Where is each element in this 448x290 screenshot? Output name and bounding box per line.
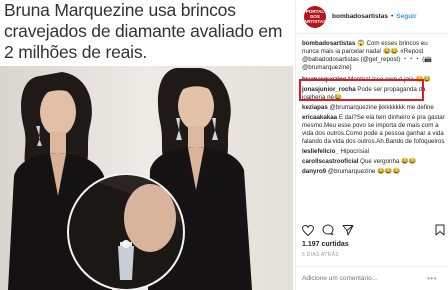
post-actions <box>302 222 445 238</box>
comment-user[interactable]: ericaakakaa <box>302 114 337 121</box>
bruna-marquezine-photo <box>0 66 293 290</box>
comment-text: @brumarquezine 😂😂😂 <box>326 168 401 175</box>
instagram-panel: PORTAL DOS ARTISTAS bombadosartistas • S… <box>295 0 448 290</box>
comment-user[interactable]: carollscastrooficial <box>302 158 358 165</box>
comment: ericaakakaa E daí?Se ela tem dinheiro é … <box>302 114 445 146</box>
comments-list: bombadosartistas 😱 Com esses brincos eu … <box>302 40 445 178</box>
post-header: PORTAL DOS ARTISTAS bombadosartistas • S… <box>296 0 448 34</box>
comment-user[interactable]: danyro9 <box>302 168 326 175</box>
highlight-box <box>299 79 424 101</box>
comment-caption: bombadosartistas 😱 Com esses brincos eu … <box>302 40 445 72</box>
comment: carollscastrooficial Que vergonha 😂😂 <box>302 158 445 166</box>
share-icon[interactable] <box>342 224 354 236</box>
comment-text: Hipocrisial <box>338 148 370 155</box>
comment: danyro9 @brumarquezine 😂😂😂 <box>302 168 445 176</box>
post-timestamp: 5 DIAS ATRÁS <box>302 252 339 258</box>
follow-button[interactable]: Seguir <box>396 13 416 20</box>
comment-text: Que vergonha 😂😂 <box>358 158 417 165</box>
add-comment-input[interactable] <box>302 275 427 282</box>
heart-icon[interactable] <box>302 224 314 236</box>
comment-user[interactable]: lesliefelicio_ <box>302 148 339 155</box>
comment: lesliefelicio_ Hipocrisial <box>302 148 445 156</box>
post-photo <box>0 66 293 290</box>
add-comment-bar: ••• <box>296 266 448 290</box>
separator-dot: • <box>391 13 394 20</box>
comment-icon[interactable] <box>322 224 334 236</box>
likes-count[interactable]: 1.197 curtidas <box>302 241 349 248</box>
article-headline: Bruna Marquezine usa brincos cravejados … <box>4 0 283 62</box>
more-options-icon[interactable]: ••• <box>427 274 437 283</box>
comment-user[interactable]: keziapas <box>302 104 328 111</box>
avatar-logo-text: PORTAL DOS ARTISTAS <box>304 9 326 24</box>
comment-user[interactable]: bombadosartistas <box>302 40 355 47</box>
avatar[interactable]: PORTAL DOS ARTISTAS <box>304 5 326 28</box>
bookmark-icon[interactable] <box>435 224 445 236</box>
comment-text: @brumarquezine jkkkkkkkk me define <box>327 104 434 111</box>
comment: keziapas @brumarquezine jkkkkkkkk me def… <box>302 104 445 112</box>
post-username[interactable]: bombadosartistas <box>332 13 388 20</box>
